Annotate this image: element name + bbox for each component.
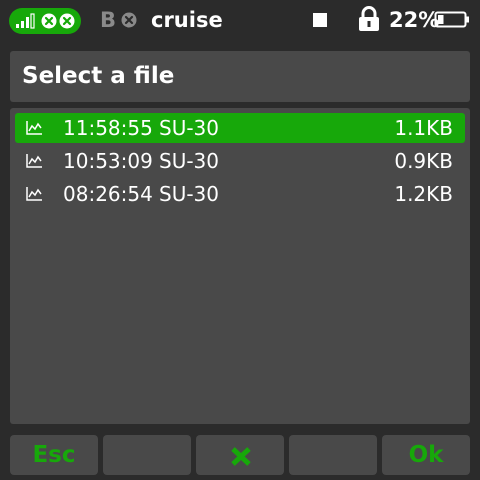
flight-mode-label: cruise	[151, 8, 223, 32]
empty-button-2[interactable]	[289, 435, 377, 475]
file-time: 10:53:09	[63, 149, 153, 173]
telemetry-status-pill[interactable]	[9, 8, 81, 34]
battery-icon	[434, 11, 469, 28]
esc-button[interactable]: Esc	[10, 435, 98, 475]
lock-icon	[359, 6, 379, 31]
signal-bars-icon	[16, 13, 35, 29]
ok-button[interactable]: Ok	[382, 435, 470, 475]
file-list: 11:58:55 SU-30 1.1KB 10:53:09 SU-30 0.9K…	[10, 108, 470, 424]
close-circle-icon	[41, 13, 57, 29]
close-circle-icon	[59, 13, 75, 29]
file-size: 0.9KB	[394, 149, 453, 173]
file-row-3[interactable]: 08:26:54 SU-30 1.2KB	[15, 179, 465, 209]
file-size: 1.2KB	[394, 182, 453, 206]
receiver-label: B	[100, 8, 117, 32]
file-name: SU-30	[159, 116, 219, 140]
file-row-2[interactable]: 10:53:09 SU-30 0.9KB	[15, 146, 465, 176]
esc-button-label: Esc	[32, 442, 76, 468]
stop-square-icon	[313, 13, 327, 27]
dialog-header: Select a file	[10, 51, 470, 102]
empty-button-1[interactable]	[103, 435, 191, 475]
file-time: 11:58:55	[63, 116, 153, 140]
file-time: 08:26:54	[63, 182, 153, 206]
battery-percent: 22%	[389, 8, 440, 32]
file-name: SU-30	[159, 182, 219, 206]
file-size: 1.1KB	[394, 116, 453, 140]
dialog-title: Select a file	[22, 63, 175, 89]
close-icon	[231, 447, 251, 466]
line-graph-icon	[26, 121, 42, 135]
delete-button[interactable]	[196, 435, 284, 475]
ok-button-label: Ok	[408, 442, 444, 468]
file-row-1[interactable]: 11:58:55 SU-30 1.1KB	[15, 113, 465, 143]
status-bar: B cruise 22%	[0, 0, 480, 40]
file-name: SU-30	[159, 149, 219, 173]
line-graph-icon	[26, 154, 42, 168]
line-graph-icon	[26, 187, 42, 201]
close-circle-icon	[121, 12, 137, 28]
